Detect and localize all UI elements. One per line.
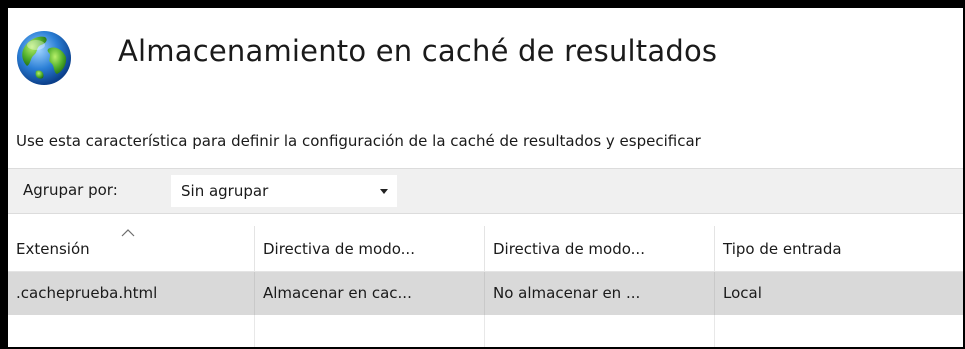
column-header-entry-type[interactable]: Tipo de entrada [715,226,963,271]
page-title: Almacenamiento en caché de resultados [118,34,718,68]
column-header-extension[interactable]: Extensión [8,226,255,271]
column-header-label: Extensión [16,240,90,258]
column-header-kernel-mode-policy[interactable]: Directiva de modo... [485,226,715,271]
cell-text: No almacenar en ... [493,284,641,302]
group-by-label: Agrupar por: [23,181,118,199]
group-by-toolbar: Agrupar por: Sin agrupar [8,168,963,214]
cell-text: .cacheprueba.html [16,284,158,302]
cell-text: Almacenar en cac... [263,284,412,302]
chevron-down-icon[interactable] [380,189,388,194]
group-by-dropdown[interactable]: Sin agrupar [171,175,397,207]
globe-icon [17,31,71,85]
empty-cell [255,315,485,347]
empty-cell [485,315,715,347]
cell-text: Local [723,284,762,302]
table-cell-kernel-mode-policy: No almacenar en ... [485,272,715,315]
column-header-row: Extensión Directiva de modo... Directiva… [8,226,963,272]
column-header-label: Tipo de entrada [723,240,842,258]
output-caching-panel: Almacenamiento en caché de resultados Us… [8,8,963,347]
table-cell-user-mode-policy: Almacenar en cac... [255,272,485,315]
sort-ascending-icon [121,229,135,237]
empty-row [8,315,963,347]
table-cell-entry-type: Local [715,272,963,315]
column-header-user-mode-policy[interactable]: Directiva de modo... [255,226,485,271]
column-header-label: Directiva de modo... [263,240,415,258]
empty-cell [8,315,255,347]
group-by-value: Sin agrupar [181,182,269,200]
panel-header: Almacenamiento en caché de resultados [8,8,963,108]
table-row[interactable]: .cacheprueba.html Almacenar en cac... No… [8,272,963,315]
column-header-label: Directiva de modo... [493,240,645,258]
feature-description: Use esta característica para definir la … [16,132,701,150]
table-cell-extension: .cacheprueba.html [8,272,255,315]
caching-rules-table: Extensión Directiva de modo... Directiva… [8,226,963,347]
